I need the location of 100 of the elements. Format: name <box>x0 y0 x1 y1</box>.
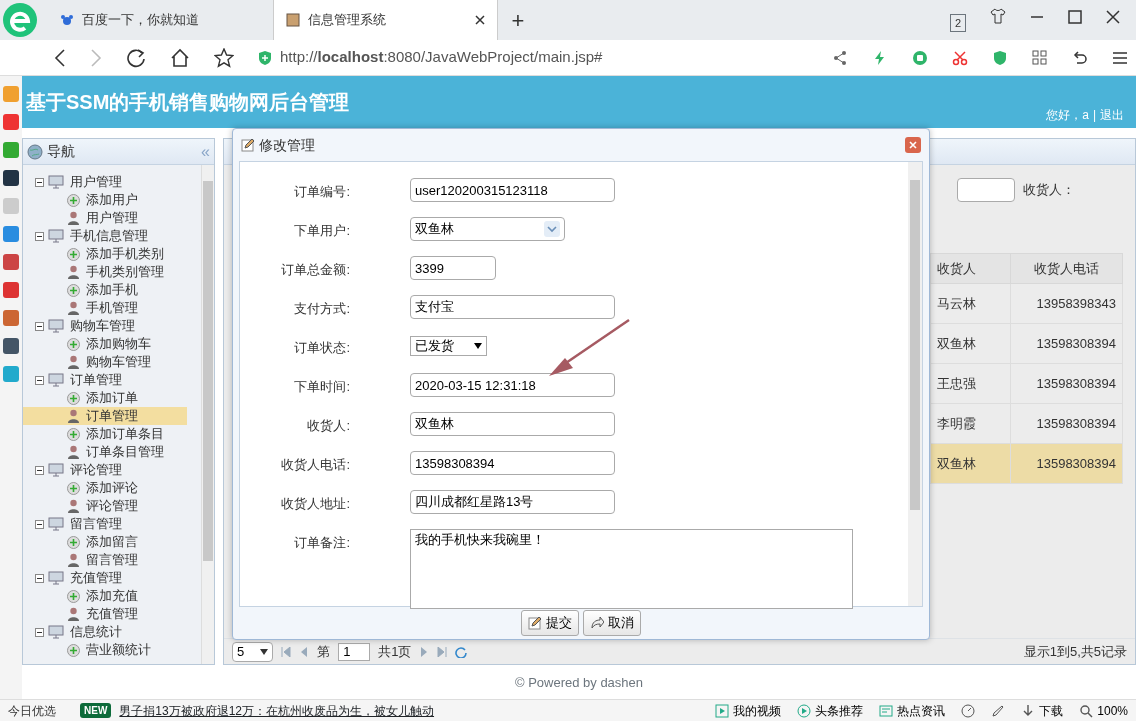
menu-icon[interactable] <box>1112 49 1128 66</box>
reload-icon[interactable] <box>126 47 146 68</box>
collapse-toggle-icon[interactable] <box>35 465 44 475</box>
status-label: 今日优选 <box>8 702 56 720</box>
input-field[interactable]: 四川成都红星路13号 <box>410 490 615 514</box>
speed-icon[interactable] <box>961 703 976 718</box>
tab-count-badge[interactable]: 2 <box>949 13 966 32</box>
circle-icon[interactable] <box>912 49 928 66</box>
close-button[interactable] <box>905 137 921 153</box>
field-label: 收货人: <box>306 417 351 435</box>
app-icon[interactable] <box>3 338 19 354</box>
browser-tab[interactable]: 百度一下，你就知道 <box>48 0 273 40</box>
tree-item[interactable]: 添加订单条目 <box>84 425 170 443</box>
news-link[interactable]: 男子捐13万被政府退12万：在杭州收废品为生，被女儿触动 <box>119 701 435 720</box>
tree-item[interactable]: 添加手机 <box>84 281 144 299</box>
user-combobox[interactable]: 双鱼林 <box>410 217 565 241</box>
input-field[interactable]: user120200315123118 <box>410 178 615 202</box>
person-icon <box>67 265 80 279</box>
tree-group[interactable]: 留言管理 <box>68 515 128 533</box>
note-field[interactable]: 我的手机快来我碗里！ <box>410 529 853 609</box>
first-page-icon[interactable] <box>281 646 292 657</box>
new-tab-button[interactable]: + <box>498 0 538 40</box>
tree-item[interactable]: 手机管理 <box>84 299 144 317</box>
home-icon[interactable] <box>170 47 190 68</box>
tree-item[interactable]: 添加评论 <box>84 479 144 497</box>
status-video-button[interactable]: 我的视频 <box>715 701 782 720</box>
table-cell: 13598308394 <box>1010 363 1123 404</box>
close-icon[interactable] <box>1106 10 1120 24</box>
tree-group[interactable]: 购物车管理 <box>68 317 141 335</box>
collapse-toggle-icon[interactable] <box>35 519 44 529</box>
tree-item[interactable]: 留言管理 <box>84 551 144 569</box>
add-icon <box>67 247 80 261</box>
tree-group[interactable]: 订单管理 <box>68 371 128 389</box>
cancel-button[interactable]: 取消 <box>583 610 641 636</box>
star-icon[interactable] <box>214 47 234 68</box>
column-header[interactable]: 收货人 <box>930 253 1011 284</box>
tree-item[interactable]: 订单条目管理 <box>84 443 170 461</box>
status-download-button[interactable]: 下载 <box>1021 701 1064 720</box>
share-icon[interactable] <box>832 49 848 66</box>
address-field[interactable]: http://localhost:8080/JavaWebProject/main.jsp# <box>280 46 603 69</box>
status-play-button[interactable]: 头条推荐 <box>797 701 864 720</box>
person-icon <box>67 445 80 459</box>
column-header[interactable]: 收货人电话 <box>1010 253 1123 284</box>
status-dropdown[interactable]: 已发货 <box>410 336 487 356</box>
page-title: 基于SSM的手机销售购物网后台管理 <box>26 90 350 115</box>
scissors-icon[interactable] <box>952 49 968 66</box>
tree-group[interactable]: 手机信息管理 <box>68 227 154 245</box>
input-field[interactable]: 13598308394 <box>410 451 615 475</box>
shirt-icon[interactable] <box>990 8 1006 24</box>
coin-shield-icon[interactable] <box>992 49 1008 66</box>
previous-page-icon[interactable] <box>299 646 310 657</box>
tree-item[interactable]: 营业额统计 <box>84 641 157 659</box>
browser-tab[interactable]: 信息管理系统 <box>273 0 498 40</box>
input-field[interactable]: 双鱼林 <box>410 412 615 436</box>
refresh-icon[interactable] <box>455 645 468 658</box>
tree-group[interactable]: 充值管理 <box>68 569 128 587</box>
collapse-toggle-icon[interactable] <box>35 231 44 241</box>
pencil-icon <box>528 616 542 630</box>
status-zoom-button[interactable]: 100% <box>1079 701 1128 720</box>
tree-group[interactable]: 用户管理 <box>68 173 128 191</box>
grid-icon[interactable] <box>1032 49 1048 66</box>
tree-item[interactable]: 添加购物车 <box>84 335 157 353</box>
collapse-toggle-icon[interactable] <box>35 627 44 637</box>
last-page-icon[interactable] <box>437 646 448 657</box>
page-number-field[interactable]: 1 <box>338 642 371 661</box>
status-news-button[interactable]: 热点资讯 <box>879 701 946 720</box>
scrollbar[interactable] <box>201 165 214 664</box>
input-field[interactable]: 支付宝 <box>410 295 615 319</box>
tree-item[interactable]: 添加留言 <box>84 533 144 551</box>
tree-group[interactable]: 信息统计 <box>68 623 128 641</box>
maximize-icon[interactable] <box>1068 10 1082 24</box>
page-size-dropdown[interactable]: 5 <box>232 641 274 662</box>
tree-item[interactable]: 添加订单 <box>84 389 144 407</box>
collapse-toggle-icon[interactable] <box>35 375 44 385</box>
tree-item[interactable]: 手机类别管理 <box>84 263 170 281</box>
tree-item[interactable]: 用户管理 <box>84 209 144 227</box>
table-cell: 13598308394 <box>1010 323 1123 364</box>
close-icon[interactable] <box>475 15 485 25</box>
close-icon <box>909 141 917 149</box>
tree-item[interactable]: 添加用户 <box>84 191 144 209</box>
tree-item[interactable]: 购物车管理 <box>84 353 157 371</box>
back-icon[interactable] <box>54 48 66 67</box>
scrollbar[interactable] <box>908 162 922 606</box>
input-field[interactable]: 2020-03-15 12:31:18 <box>410 373 615 397</box>
app-icon[interactable] <box>3 170 19 186</box>
tree-group[interactable]: 评论管理 <box>68 461 128 479</box>
collapse-toggle-icon[interactable] <box>35 321 44 331</box>
tree-item[interactable]: 充值管理 <box>84 605 144 623</box>
person-icon <box>67 409 80 423</box>
search-field[interactable] <box>957 178 1015 202</box>
collapse-toggle-icon[interactable] <box>35 177 44 187</box>
submit-button[interactable]: 提交 <box>521 610 579 636</box>
collapse-toggle-icon[interactable] <box>35 573 44 583</box>
tree-item[interactable]: 添加充值 <box>84 587 144 605</box>
tree-item[interactable]: 添加手机类别 <box>84 245 170 263</box>
input-field[interactable]: 3399 <box>410 256 496 280</box>
tree-item[interactable]: 评论管理 <box>84 497 144 515</box>
field-label: 收货人： <box>1023 181 1075 200</box>
caret-icon <box>474 343 482 349</box>
undo-icon[interactable] <box>1072 49 1088 66</box>
